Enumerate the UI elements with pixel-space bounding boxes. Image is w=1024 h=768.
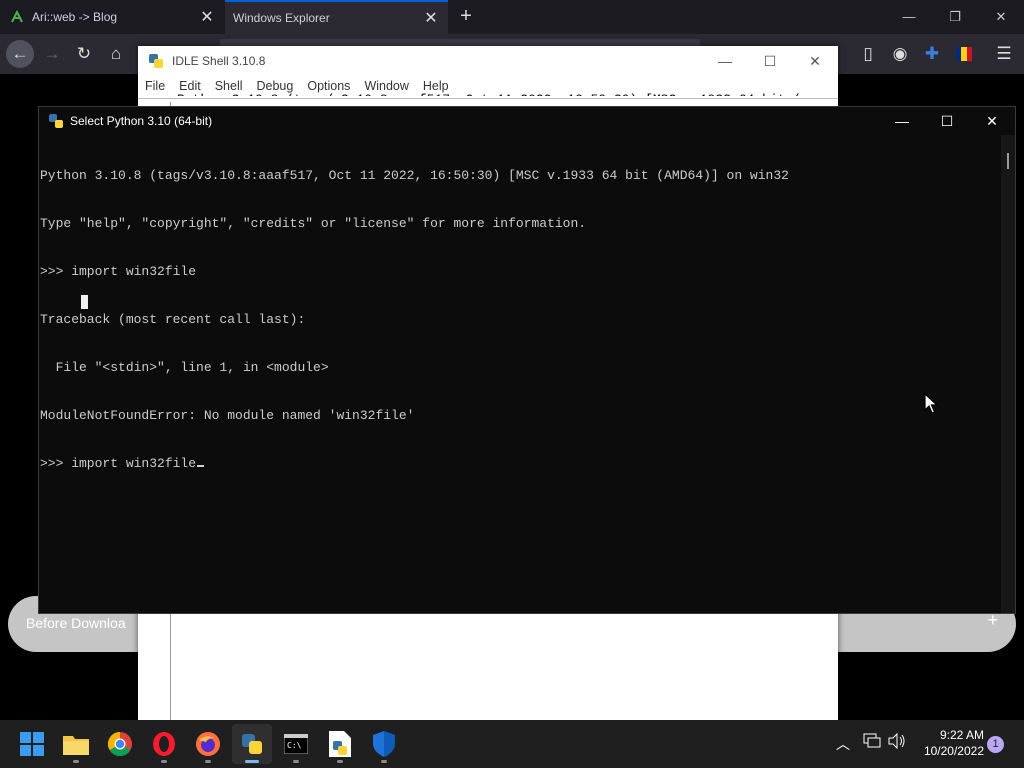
chrome-icon[interactable] (100, 724, 140, 764)
close-icon[interactable]: ✕ (978, 0, 1024, 34)
file-explorer-icon[interactable] (56, 724, 96, 764)
console-line: Traceback (most recent call last): (40, 312, 306, 327)
clock-time: 9:22 AM (939, 728, 984, 742)
download-banner-text: Before Downloa (26, 615, 126, 631)
start-icon[interactable] (12, 724, 52, 764)
flag-extension-icon[interactable] (950, 40, 978, 68)
extension-icon[interactable]: ✚ (918, 40, 946, 68)
console-scrollbar[interactable] (1001, 135, 1015, 613)
firefox-icon[interactable] (188, 724, 228, 764)
minimize-icon[interactable]: — (886, 0, 932, 34)
forward-arrow-icon[interactable]: → (38, 40, 66, 68)
chevron-up-icon[interactable]: ︿ (836, 734, 850, 754)
idle-partial-line: Python 3.10.8 (tags/v3.10.8:aaaf517, Oct… (171, 92, 831, 96)
menu-icon[interactable]: ☰ (990, 40, 1018, 68)
idle-title: IDLE Shell 3.10.8 (172, 54, 266, 68)
python-icon (49, 114, 63, 128)
tab-label: Windows Explorer (233, 11, 330, 25)
volume-icon[interactable] (888, 732, 906, 754)
tab-ari-web-blog[interactable]: Ari::web -> Blog ✕ (0, 0, 224, 34)
plus-icon[interactable]: + (456, 6, 476, 26)
console-line: >>> import win32file (40, 264, 197, 279)
console-line: File "<stdin>", line 1, in <module> (40, 360, 329, 375)
restore-icon[interactable]: ❐ (932, 0, 978, 34)
network-icon[interactable] (863, 733, 881, 754)
tab-windows-explorer[interactable]: Windows Explorer ✕ (225, 0, 448, 34)
svg-text:C:\: C:\ (287, 741, 302, 750)
clock-date: 10/20/2022 (923, 744, 984, 758)
close-icon[interactable]: ✕ (969, 107, 1015, 135)
sidebar-icon[interactable]: ▯ (854, 40, 882, 68)
mouse-pointer-icon (924, 393, 938, 414)
console-input-line[interactable]: >>> import win32file (39, 456, 1001, 472)
menu-file[interactable]: File (138, 76, 172, 96)
home-icon[interactable]: ⌂ (102, 40, 130, 68)
python-icon[interactable] (232, 724, 272, 764)
console-input-text: >>> import win32file (40, 456, 197, 471)
cursor-block (81, 295, 88, 309)
python-file-icon[interactable] (320, 724, 360, 764)
maximize-icon[interactable]: ☐ (747, 46, 793, 76)
terminal-icon[interactable]: C:\ (276, 724, 316, 764)
python-icon (149, 54, 163, 68)
account-icon[interactable]: ◉ (886, 40, 914, 68)
console-line: ModuleNotFoundError: No module named 'wi… (40, 408, 415, 423)
text-caret (197, 465, 205, 467)
browser-tabbar: Ari::web -> Blog ✕ Windows Explorer ✕ + … (0, 0, 1024, 34)
console-titlebar[interactable]: Select Python 3.10 (64-bit) (39, 107, 1015, 135)
console-line: Type "help", "copyright", "credits" or "… (40, 216, 587, 231)
notification-badge[interactable]: 1 (987, 736, 1004, 753)
console-line: Python 3.10.8 (tags/v3.10.8:aaaf517, Oct… (40, 168, 789, 183)
console-output[interactable]: Python 3.10.8 (tags/v3.10.8:aaaf517, Oct… (39, 135, 1001, 614)
reload-icon[interactable]: ↻ (70, 40, 98, 68)
python-console-window: Select Python 3.10 (64-bit) — ☐ ✕ Python… (38, 106, 1016, 614)
console-title: Select Python 3.10 (64-bit) (70, 114, 213, 128)
maximize-icon[interactable]: ☐ (924, 107, 970, 135)
opera-icon[interactable] (144, 724, 184, 764)
taskbar-clock[interactable]: 9:22 AM 10/20/2022 (912, 727, 984, 759)
site-favicon-icon (11, 10, 23, 23)
close-icon[interactable]: ✕ (792, 46, 838, 76)
defender-icon[interactable] (364, 724, 404, 764)
tab-label: Ari::web -> Blog (32, 10, 118, 24)
scroll-thumb[interactable] (1007, 153, 1009, 169)
close-tab-icon[interactable]: ✕ (196, 7, 218, 27)
minimize-icon[interactable]: — (702, 46, 748, 76)
close-tab-icon[interactable]: ✕ (420, 8, 442, 28)
minimize-icon[interactable]: — (879, 107, 925, 135)
back-arrow-icon[interactable]: ← (6, 40, 34, 68)
